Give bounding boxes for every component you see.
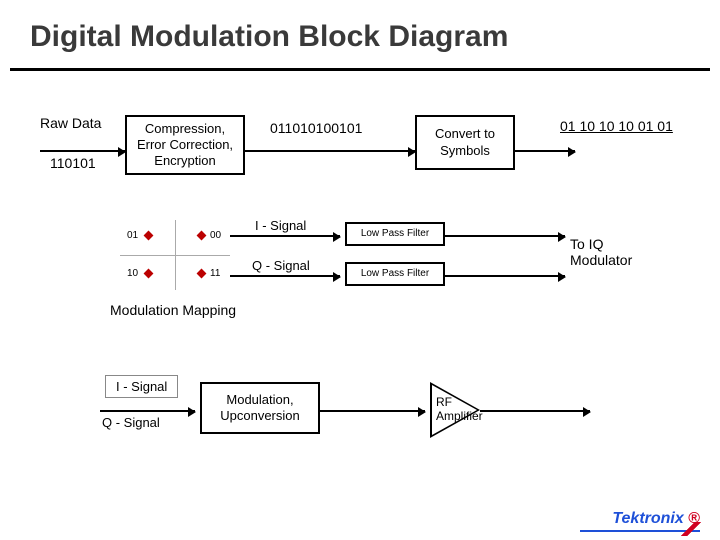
constellation-point-label: 11 <box>210 268 220 279</box>
raw-data-bits: 110101 <box>50 155 96 171</box>
page-title: Digital Modulation Block Diagram <box>30 20 508 54</box>
raw-data-label: Raw Data <box>40 115 101 131</box>
raw-data-arrow <box>40 150 125 152</box>
arrow-i-signal <box>230 235 340 237</box>
rf-amplifier-label: RF Amplifier <box>436 395 483 423</box>
symbol-stream: 01 10 10 10 01 01 <box>560 118 673 134</box>
logo-slash-icon <box>676 522 704 536</box>
arrow-symbols-out <box>515 150 575 152</box>
arrow-to-amp <box>320 410 425 412</box>
i-signal-label: I - Signal <box>255 218 306 233</box>
constellation-point-label: 00 <box>210 230 221 241</box>
q-signal-label: Q - Signal <box>252 258 310 273</box>
constellation-point-label: 01 <box>127 230 138 241</box>
constellation-point <box>144 269 154 279</box>
low-pass-filter-q: Low Pass Filter <box>345 262 445 286</box>
low-pass-filter-i: Low Pass Filter <box>345 222 445 246</box>
modulation-map-caption: Modulation Mapping <box>110 302 236 318</box>
modulation-map: 01 00 10 11 <box>120 220 230 290</box>
constellation-point <box>197 231 207 241</box>
constellation-point <box>144 231 154 241</box>
arrow-i-to-modulation <box>100 410 195 412</box>
arrow-q-signal <box>230 275 340 277</box>
constellation-point-label: 10 <box>127 268 138 279</box>
block-modulation-upconversion: Modulation, Upconversion <box>200 382 320 434</box>
title-underline <box>10 68 710 71</box>
to-iq-modulator: To IQ Modulator <box>570 236 632 268</box>
constellation-point <box>197 269 207 279</box>
block-compression: Compression, Error Correction, Encryptio… <box>125 115 245 175</box>
i-signal-box: I - Signal <box>105 375 178 398</box>
arrow-rf-out <box>480 410 590 412</box>
arrow-lpf-i-out <box>445 235 565 237</box>
arrow-lpf-q-out <box>445 275 565 277</box>
arrow-to-symbols <box>245 150 415 152</box>
block-convert-symbols: Convert to Symbols <box>415 115 515 170</box>
q-signal-label-2: Q - Signal <box>102 415 160 430</box>
encoded-bits: 011010100101 <box>270 120 362 136</box>
